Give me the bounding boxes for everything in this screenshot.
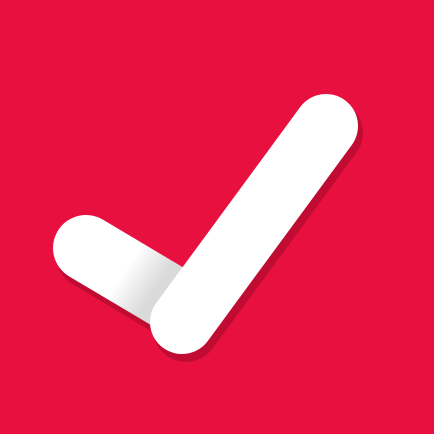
app-icon-graphic [0,0,434,434]
background-tile [0,0,434,434]
checkmark-short-arm [53,215,203,331]
app-icon [0,0,434,434]
